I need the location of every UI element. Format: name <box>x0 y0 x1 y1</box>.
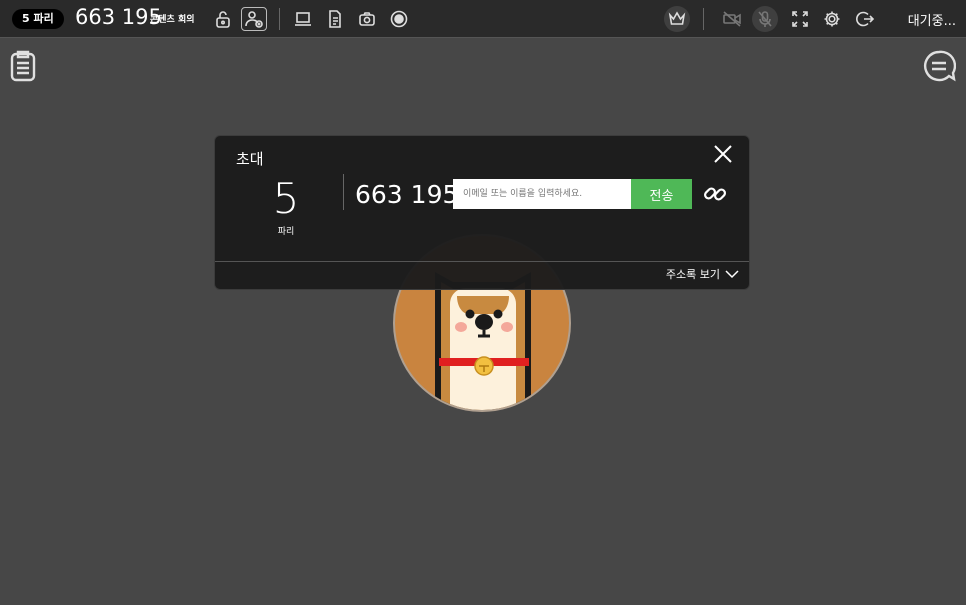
chat-icon[interactable] <box>922 49 957 83</box>
video-off-icon[interactable] <box>719 7 745 31</box>
room-number: 663 195 <box>75 5 162 29</box>
dialog-footer-divider <box>215 261 749 262</box>
dialog-divider <box>343 174 344 210</box>
clipboard-icon[interactable] <box>8 49 38 83</box>
link-icon[interactable] <box>702 181 728 207</box>
record-icon[interactable] <box>386 7 412 31</box>
unlock-icon[interactable] <box>210 7 236 31</box>
gear-icon[interactable] <box>819 7 845 31</box>
participant-count: 5 <box>272 174 300 223</box>
invite-dialog: 초대 5 파리 663 195 전송 주소록 보기 <box>214 135 750 290</box>
address-book-toggle[interactable]: 주소록 보기 <box>666 266 739 282</box>
top-toolbar: 5 파리 663 195 콘텐츠 회의 대기중... <box>0 0 966 38</box>
participant-unit: 파리 <box>277 227 295 237</box>
toolbar-divider <box>703 8 704 30</box>
fullscreen-icon[interactable] <box>787 7 813 31</box>
status-text: 대기중... <box>907 14 956 29</box>
dialog-room-number: 663 195 <box>355 180 459 209</box>
mic-off-icon[interactable] <box>752 6 778 32</box>
email-field[interactable] <box>453 179 631 209</box>
toolbar-divider <box>279 8 280 30</box>
participants-badge: 5 파리 <box>12 9 64 29</box>
invite-user-icon[interactable] <box>241 7 267 31</box>
dialog-title: 초대 <box>236 150 264 168</box>
chevron-down-icon <box>725 270 739 279</box>
laptop-icon[interactable] <box>290 7 316 31</box>
room-name: 콘텐츠 회의 <box>150 15 195 25</box>
crown-icon[interactable] <box>664 6 690 32</box>
address-book-label: 주소록 보기 <box>665 268 720 281</box>
document-icon[interactable] <box>322 7 348 31</box>
close-icon[interactable] <box>711 142 735 166</box>
camera-icon[interactable] <box>354 7 380 31</box>
exit-icon[interactable] <box>852 7 878 31</box>
send-button[interactable]: 전송 <box>631 179 692 209</box>
